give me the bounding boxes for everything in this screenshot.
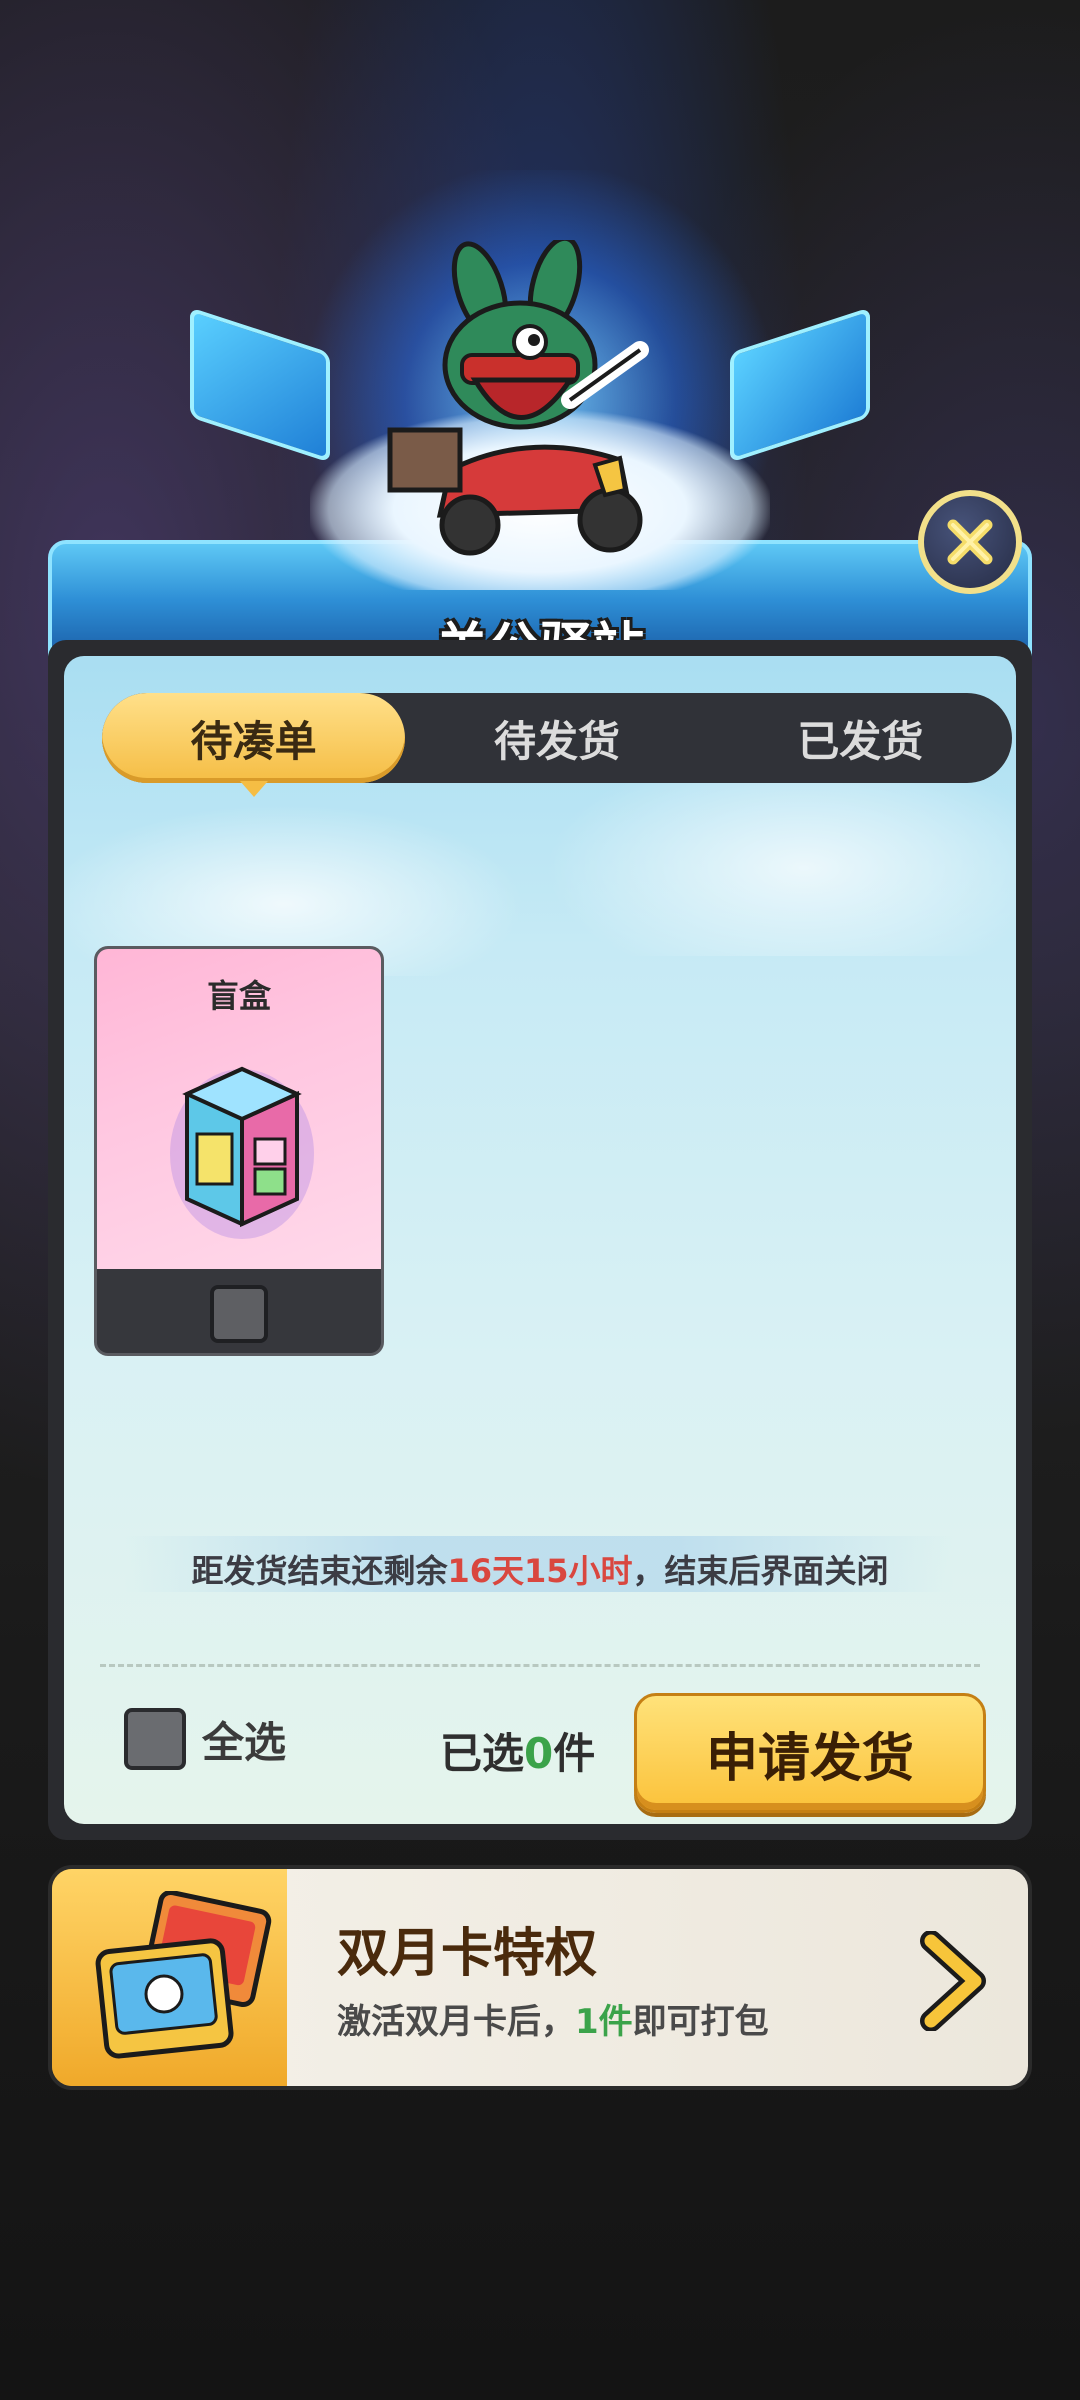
tab-pending-ship[interactable]: 待发货	[405, 693, 708, 783]
selected-count: 已选0件	[440, 1720, 595, 1781]
selected-suffix: 件	[553, 1729, 596, 1778]
close-icon	[947, 519, 993, 565]
banner-subtitle: 激活双月卡后，1件即可打包	[337, 1994, 769, 2043]
selected-prefix: 已选	[440, 1729, 525, 1778]
select-all-label: 全选	[202, 1717, 287, 1767]
item-card-footer	[97, 1269, 381, 1353]
header-art: 关公驿站	[0, 150, 1080, 678]
double-month-card-banner[interactable]: 双月卡特权 激活双月卡后，1件即可打包	[48, 1865, 1032, 2090]
blind-box-icon	[170, 1066, 314, 1239]
card-pack-icon	[95, 1891, 272, 2059]
panel-content: 待凑单 待发货 已发货 盲盒 距发货结束还剩余16天15小时，结束后界面关闭 全…	[64, 656, 1016, 1824]
timer-suffix: ，结束后界面关闭	[632, 1552, 889, 1590]
banner-sub-count: 1件	[575, 2002, 633, 2042]
item-checkbox[interactable]	[210, 1285, 268, 1343]
divider	[100, 1664, 980, 1667]
banner-sub-suffix: 即可打包	[632, 2002, 769, 2042]
banner-sub-prefix: 激活双月卡后，	[337, 2002, 575, 2042]
selected-number: 0	[524, 1729, 554, 1778]
chevron-right-icon[interactable]	[917, 1931, 987, 2031]
item-card-label: 盲盒	[206, 977, 271, 1015]
timer-remaining: 16天15小时	[447, 1552, 633, 1590]
tab-bar: 待凑单 待发货 已发货	[102, 693, 1012, 797]
main-panel: 待凑单 待发货 已发货 盲盒 距发货结束还剩余16天15小时，结束后界面关闭 全…	[48, 640, 1032, 1840]
timer-prefix: 距发货结束还剩余	[191, 1552, 448, 1590]
select-all-toggle[interactable]: 全选	[124, 1708, 286, 1770]
banner-title: 双月卡特权	[337, 1924, 598, 1984]
tab-shipped[interactable]: 已发货	[709, 693, 1012, 783]
close-button[interactable]	[918, 490, 1022, 594]
apply-shipping-button[interactable]: 申请发货	[634, 1693, 986, 1813]
tab-pending-combine[interactable]: 待凑单	[102, 693, 406, 797]
item-card[interactable]: 盲盒	[94, 946, 384, 1356]
shipping-timer: 距发货结束还剩余16天15小时，结束后界面关闭	[64, 1546, 1016, 1592]
select-all-checkbox[interactable]	[124, 1708, 186, 1770]
item-card-image-area: 盲盒	[97, 949, 381, 1269]
mascot-scooter-illustration	[387, 240, 649, 556]
